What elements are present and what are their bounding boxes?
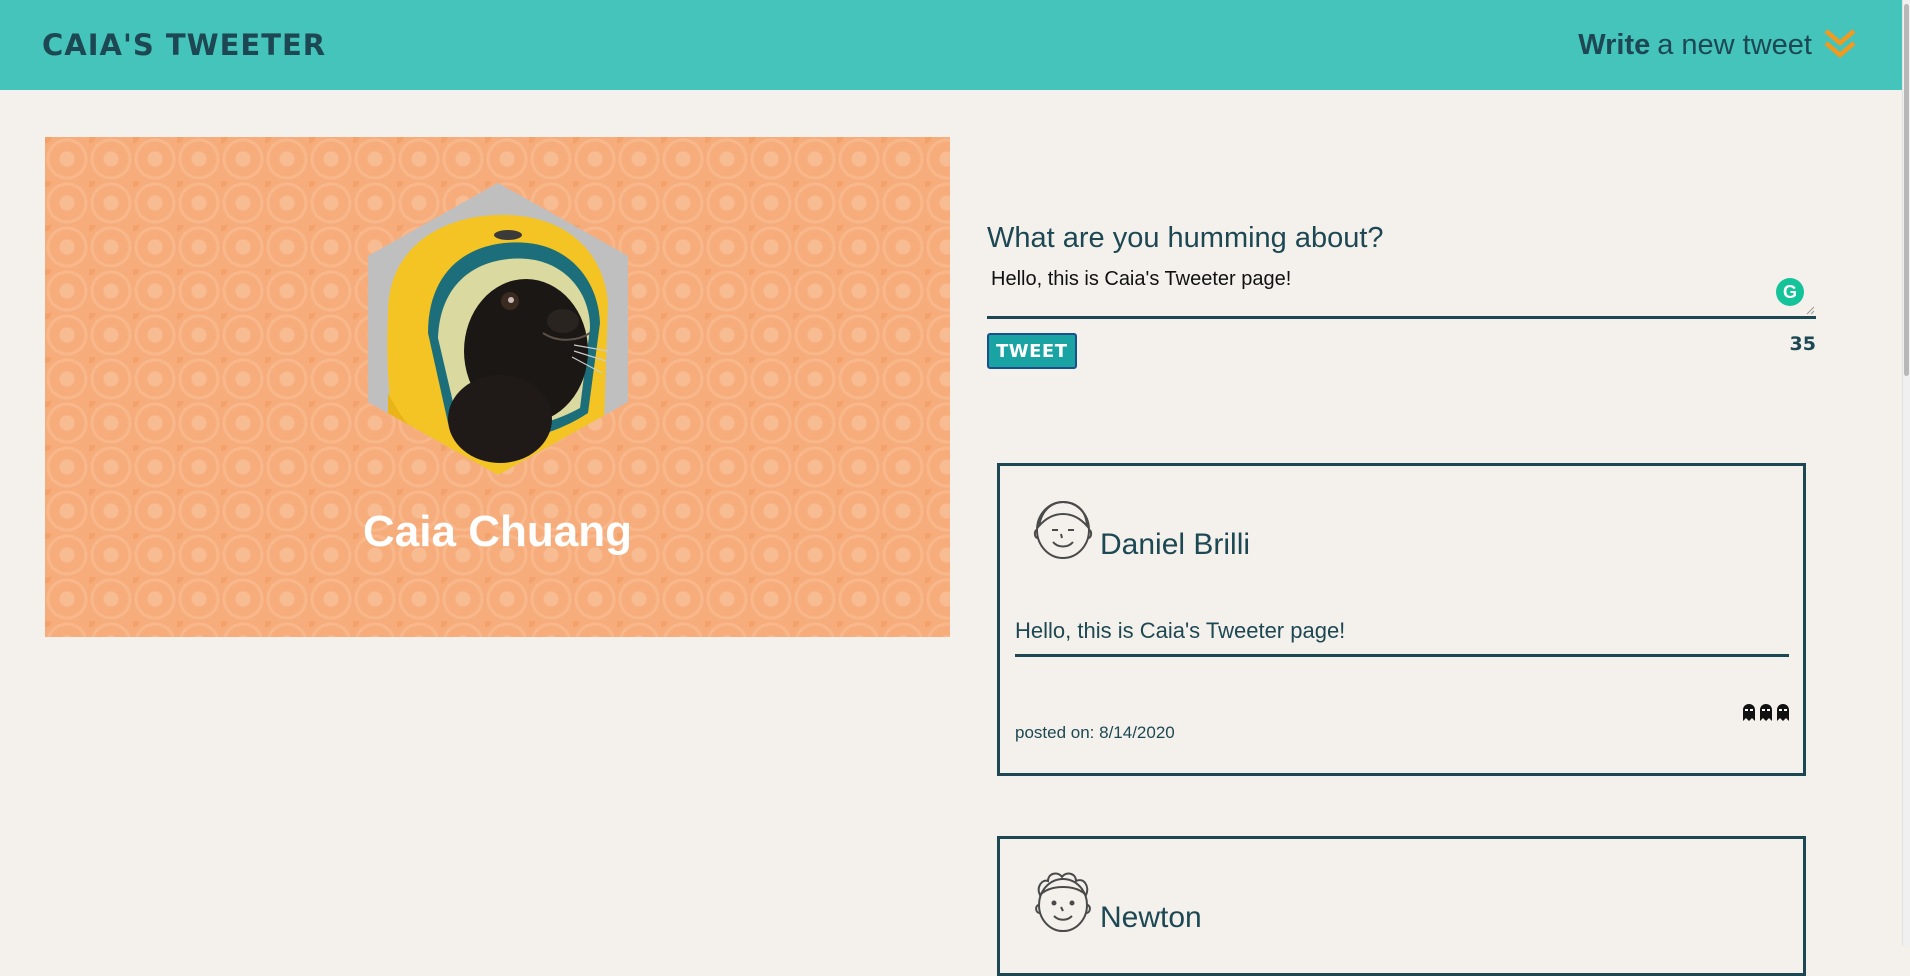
new-tweet-label: a new tweet [1657,28,1812,61]
tweet-textarea[interactable]: Hello, this is Caia's Tweeter page! G [987,265,1816,319]
tweet-timestamp: posted on: 8/14/2020 [1015,723,1175,742]
resize-grip-icon[interactable] [1805,305,1815,315]
compose-actions: TWEET 35 [987,333,1816,383]
tweet-button[interactable]: TWEET [987,333,1077,369]
tweet-card: Newton [997,836,1806,976]
write-label: Write [1578,28,1651,61]
tweet-author: Newton [1100,901,1202,934]
flag-icon[interactable] [1742,703,1756,721]
tweet-text: Hello, this is Caia's Tweeter page! [1015,618,1789,657]
brand-title[interactable]: CAIA'S TWEETER [42,28,326,62]
pug-avatar-image [368,183,628,475]
tweet-author: Daniel Brilli [1100,528,1251,561]
profile-name: Caia Chuang [363,507,632,556]
like-icon[interactable] [1776,703,1790,721]
tweet-textarea-value[interactable]: Hello, this is Caia's Tweeter page! [987,265,1816,294]
compose-label: What are you humming about? [987,222,1384,254]
grammarly-icon[interactable]: G [1776,278,1804,306]
double-chevron-down-icon[interactable] [1822,27,1858,63]
tweet-header: Newton [1032,869,1202,935]
write-new-tweet-toggle[interactable]: Write a new tweet [1578,27,1858,63]
profile-avatar [368,183,628,475]
character-counter: 35 [1789,333,1816,355]
smiling-face-icon [1033,500,1093,559]
tweet-actions [1742,703,1790,721]
compose-form: What are you humming about? Hello, this … [987,222,1816,383]
retweet-icon[interactable] [1759,703,1773,721]
scrollbar-thumb[interactable] [1904,4,1909,376]
profile-banner: Caia Chuang [45,137,950,637]
curly-hair-face-icon [1035,872,1091,932]
tweet-header: Daniel Brilli [1032,496,1250,562]
top-nav: CAIA'S TWEETER Write a new tweet [0,0,1902,90]
page-scrollbar[interactable] [1902,0,1910,946]
tweet-card: Daniel Brilli Hello, this is Caia's Twee… [997,463,1806,776]
